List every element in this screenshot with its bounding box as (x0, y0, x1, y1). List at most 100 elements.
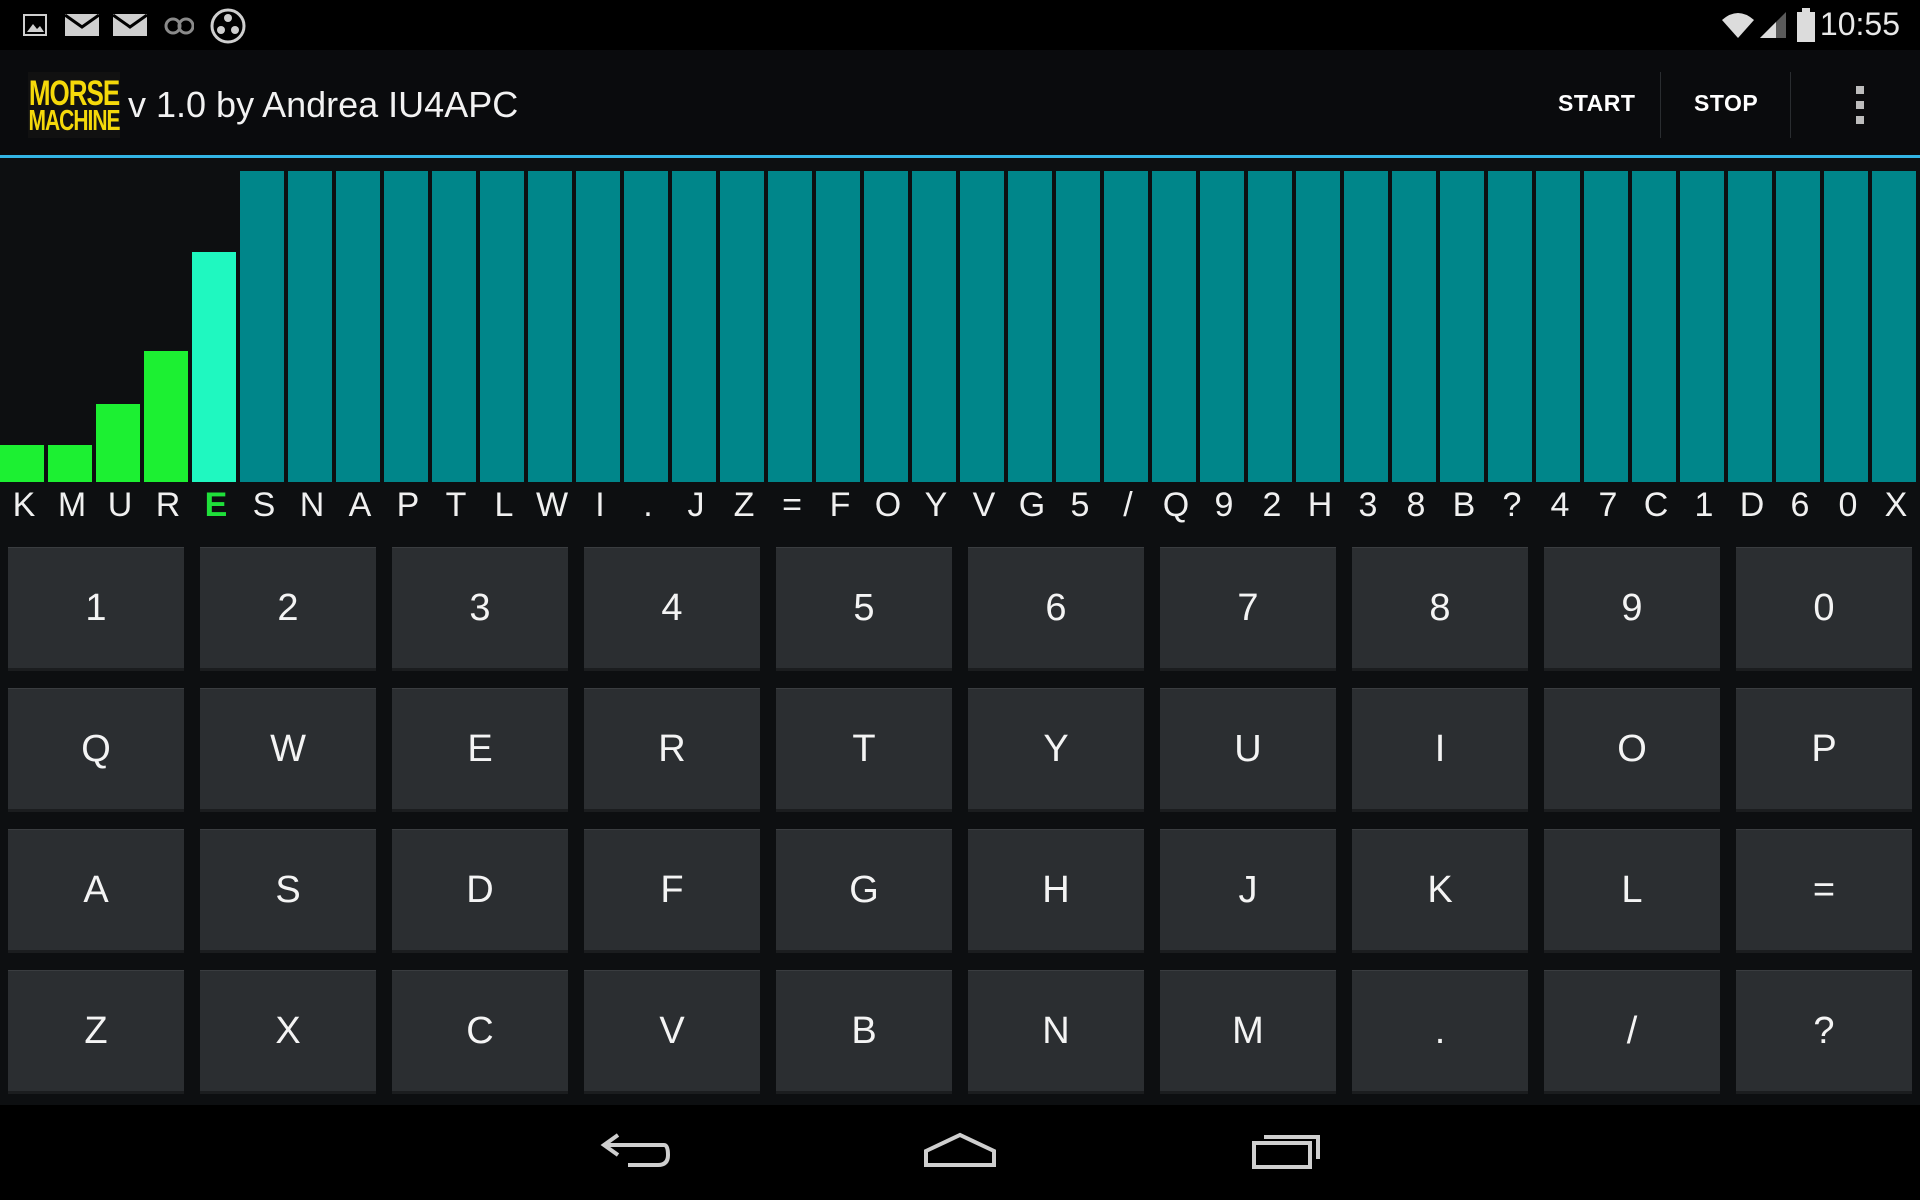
key-button[interactable]: F (584, 829, 760, 953)
start-button[interactable]: START (1558, 90, 1635, 117)
key-button[interactable]: D (392, 829, 568, 953)
key-button[interactable]: A (8, 829, 184, 953)
key-button[interactable]: 2 (200, 547, 376, 671)
key-button[interactable]: 9 (1544, 547, 1720, 671)
overflow-menu-icon[interactable] (1854, 86, 1866, 128)
key-button[interactable]: 6 (968, 547, 1144, 671)
bar-2 (1248, 171, 1292, 482)
key-button[interactable]: 7 (1160, 547, 1336, 671)
key-button[interactable]: W (200, 688, 376, 812)
key-button[interactable]: U (1160, 688, 1336, 812)
tick-label: H (1307, 486, 1333, 524)
bar-. (624, 171, 668, 482)
tick-label: X (1884, 486, 1908, 524)
signal-icon (1760, 12, 1786, 38)
bar-A (336, 171, 380, 482)
key-button[interactable]: ? (1736, 970, 1912, 1094)
tick-label: 3 (1358, 486, 1378, 524)
bar-B (1440, 171, 1484, 482)
action-bar: MORSE MACHINE v 1.0 by Andrea IU4APC STA… (0, 50, 1920, 158)
key-button[interactable]: = (1736, 829, 1912, 953)
key-button[interactable]: C (392, 970, 568, 1094)
key-button[interactable]: Y (968, 688, 1144, 812)
key-button[interactable]: . (1352, 970, 1528, 1094)
tick-label: Q (1162, 486, 1190, 524)
bar-D (1728, 171, 1772, 482)
gmail-icon (64, 13, 100, 36)
key-button[interactable]: L (1544, 829, 1720, 953)
back-icon[interactable] (598, 1125, 672, 1175)
key-button[interactable]: H (968, 829, 1144, 953)
bar-H (1296, 171, 1340, 482)
logo-line-2: MACHINE (28, 105, 121, 137)
tick-label: 4 (1550, 486, 1570, 524)
key-button[interactable]: 5 (776, 547, 952, 671)
key-button[interactable]: S (200, 829, 376, 953)
recents-icon[interactable] (1250, 1125, 1322, 1175)
app-title: v 1.0 by Andrea IU4APC (128, 84, 519, 125)
tick-label: . (643, 486, 653, 524)
action-divider (1660, 72, 1661, 138)
key-button[interactable]: 8 (1352, 547, 1528, 671)
bar-7 (1584, 171, 1628, 482)
action-divider (1790, 72, 1791, 138)
key-button[interactable]: N (968, 970, 1144, 1094)
tick-label: B (1452, 486, 1476, 524)
tick-label: A (348, 486, 372, 524)
key-button[interactable]: E (392, 688, 568, 812)
bar-S (240, 171, 284, 482)
bar-Z (720, 171, 764, 482)
tick-label: 1 (1694, 486, 1714, 524)
bar-W (528, 171, 572, 482)
bar-U (96, 404, 140, 482)
key-button[interactable]: 4 (584, 547, 760, 671)
tick-label: Y (924, 486, 948, 524)
key-button[interactable]: K (1352, 829, 1528, 953)
navigation-bar (0, 1105, 1920, 1200)
key-button[interactable]: Q (8, 688, 184, 812)
bar-5 (1056, 171, 1100, 482)
tick-label: O (874, 486, 902, 524)
bar-E (192, 252, 236, 482)
bar-9 (1200, 171, 1244, 482)
bar-G (1008, 171, 1052, 482)
bar-F (816, 171, 860, 482)
bar-/ (1104, 171, 1148, 482)
key-button[interactable]: G (776, 829, 952, 953)
tick-label: 6 (1790, 486, 1810, 524)
bar-L (480, 171, 524, 482)
key-button[interactable]: X (200, 970, 376, 1094)
tick-label: S (252, 486, 276, 524)
stop-button[interactable]: STOP (1694, 90, 1758, 117)
bar-X (1872, 171, 1916, 482)
tick-label: N (299, 486, 325, 524)
bar-0 (1824, 171, 1868, 482)
key-button[interactable]: 3 (392, 547, 568, 671)
bar-? (1488, 171, 1532, 482)
bar-= (768, 171, 812, 482)
key-button[interactable]: J (1160, 829, 1336, 953)
key-button[interactable]: Z (8, 970, 184, 1094)
key-button[interactable]: / (1544, 970, 1720, 1094)
email-icon (112, 13, 148, 36)
key-button[interactable]: R (584, 688, 760, 812)
tick-label: Z (733, 486, 755, 524)
key-button[interactable]: 0 (1736, 547, 1912, 671)
key-button[interactable]: 1 (8, 547, 184, 671)
key-button[interactable]: B (776, 970, 952, 1094)
key-button[interactable]: M (1160, 970, 1336, 1094)
tick-label: ? (1502, 486, 1522, 524)
bar-6 (1776, 171, 1820, 482)
tick-label: T (445, 486, 467, 524)
key-button[interactable]: T (776, 688, 952, 812)
key-button[interactable]: V (584, 970, 760, 1094)
key-button[interactable]: O (1544, 688, 1720, 812)
bar-4 (1536, 171, 1580, 482)
bar-Y (912, 171, 956, 482)
tick-label: J (687, 486, 705, 524)
key-button[interactable]: I (1352, 688, 1528, 812)
key-button[interactable]: P (1736, 688, 1912, 812)
bar-J (672, 171, 716, 482)
bar-T (432, 171, 476, 482)
home-icon[interactable] (922, 1125, 998, 1175)
